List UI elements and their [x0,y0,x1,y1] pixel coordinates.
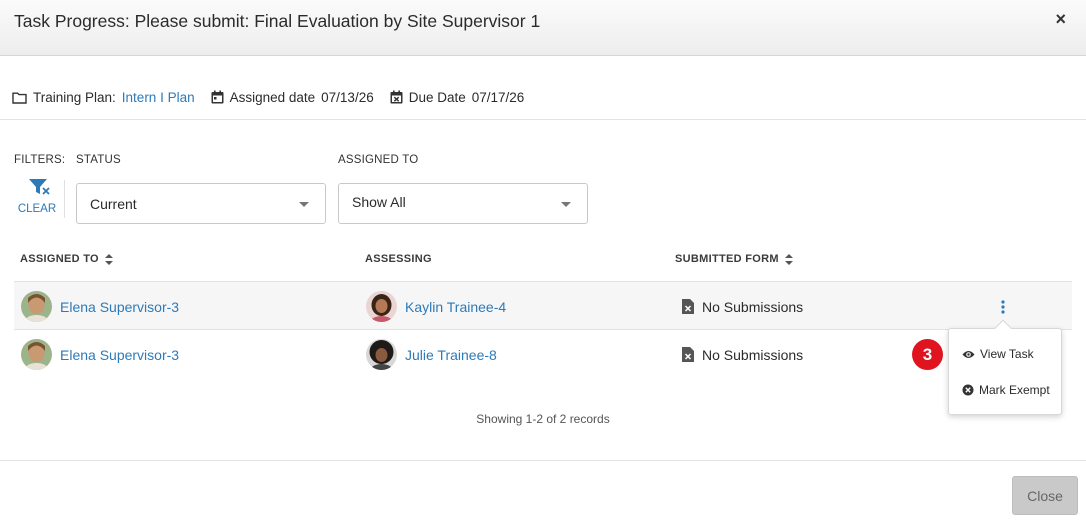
due-date-info: Due Date 07/17/26 [390,89,525,105]
x-circle-icon [962,384,974,396]
clear-filters-label: CLEAR [17,203,57,215]
row-actions-menu: View Task Mark Exempt [948,319,1062,415]
submitted-form-status: No Submissions [702,298,804,315]
assigned-to-cell: Elena Supervisor-3 [21,330,179,379]
filters-label: FILTERS: [14,154,66,166]
submitted-form-cell: No Submissions [682,330,803,379]
assigned-to-filter-label: ASSIGNED TO [338,154,419,166]
column-header-label: ASSESSING [365,253,432,265]
submitted-form-status: No Submissions [702,346,804,363]
chevron-down-icon [561,202,571,207]
status-select[interactable]: Current [76,183,326,224]
assigned-to-select-value: Show All [352,194,406,210]
assigned-to-cell: Elena Supervisor-3 [21,282,179,331]
assessing-cell: Julie Trainee-8 [366,330,497,379]
avatar [21,339,52,370]
chevron-down-icon [299,202,309,207]
folder-icon [12,91,27,104]
row-actions-kebab-icon[interactable] [994,298,1012,316]
menu-item-view-task[interactable]: View Task [962,344,1034,364]
status-select-value: Current [90,195,137,212]
status-filter-label: STATUS [76,154,121,166]
assigned-date-info: Assigned date 07/13/26 [211,90,374,105]
close-icon[interactable]: × [1055,9,1066,30]
column-header-assigned-to[interactable]: ASSIGNED TO [20,253,113,265]
assigned-date-value: 07/13/26 [321,89,374,105]
assigned-date-label: Assigned date [229,89,316,105]
menu-item-mark-exempt[interactable]: Mark Exempt [962,380,1050,400]
avatar [366,291,397,322]
menu-item-label: Mark Exempt [979,383,1050,397]
column-header-label: SUBMITTED FORM [675,253,779,265]
calendar-icon [211,90,224,104]
avatar [366,339,397,370]
dialog-title: Task Progress: Please submit: Final Eval… [14,11,541,31]
eye-icon [962,350,975,358]
submitted-form-cell: No Submissions [682,282,803,331]
close-button[interactable]: Close [1012,476,1078,515]
sort-icon[interactable] [784,253,793,265]
dialog-header: Task Progress: Please submit: Final Eval… [0,0,1086,56]
assessing-link[interactable]: Julie Trainee-8 [405,347,497,363]
step-badge: 3 [912,339,943,370]
task-meta-row: Training Plan: Intern I Plan Assigned da… [12,87,540,107]
records-count: Showing 1-2 of 2 records [476,412,610,426]
filter-clear-icon [23,179,51,200]
assigned-to-select[interactable]: Show All [338,183,588,224]
file-x-icon [682,299,694,314]
column-header-assessing: ASSESSING [365,253,432,265]
due-date-value: 07/17/26 [471,89,525,105]
file-x-icon [682,347,694,362]
assessing-cell: Kaylin Trainee-4 [366,282,506,331]
due-date-label: Due Date [408,89,466,105]
column-header-label: ASSIGNED TO [20,253,99,265]
avatar [21,291,52,322]
menu-item-label: View Task [980,347,1034,361]
sort-icon[interactable] [104,253,113,265]
footer-divider [0,460,1086,461]
column-header-submitted-form[interactable]: SUBMITTED FORM [675,253,793,265]
clear-filters-button[interactable]: CLEAR [14,178,60,220]
section-divider [0,119,1086,120]
training-plan-label: Training Plan: [33,89,116,105]
table-row: Elena Supervisor-3 Kaylin Trainee-4 No S… [14,281,1072,330]
assigned-to-link[interactable]: Elena Supervisor-3 [60,347,179,363]
training-plan-info: Training Plan: Intern I Plan [12,90,195,105]
filter-separator [64,180,65,218]
calendar-due-icon [390,90,403,104]
training-plan-link[interactable]: Intern I Plan [122,90,195,105]
assessing-link[interactable]: Kaylin Trainee-4 [405,299,506,315]
assigned-to-link[interactable]: Elena Supervisor-3 [60,299,179,315]
